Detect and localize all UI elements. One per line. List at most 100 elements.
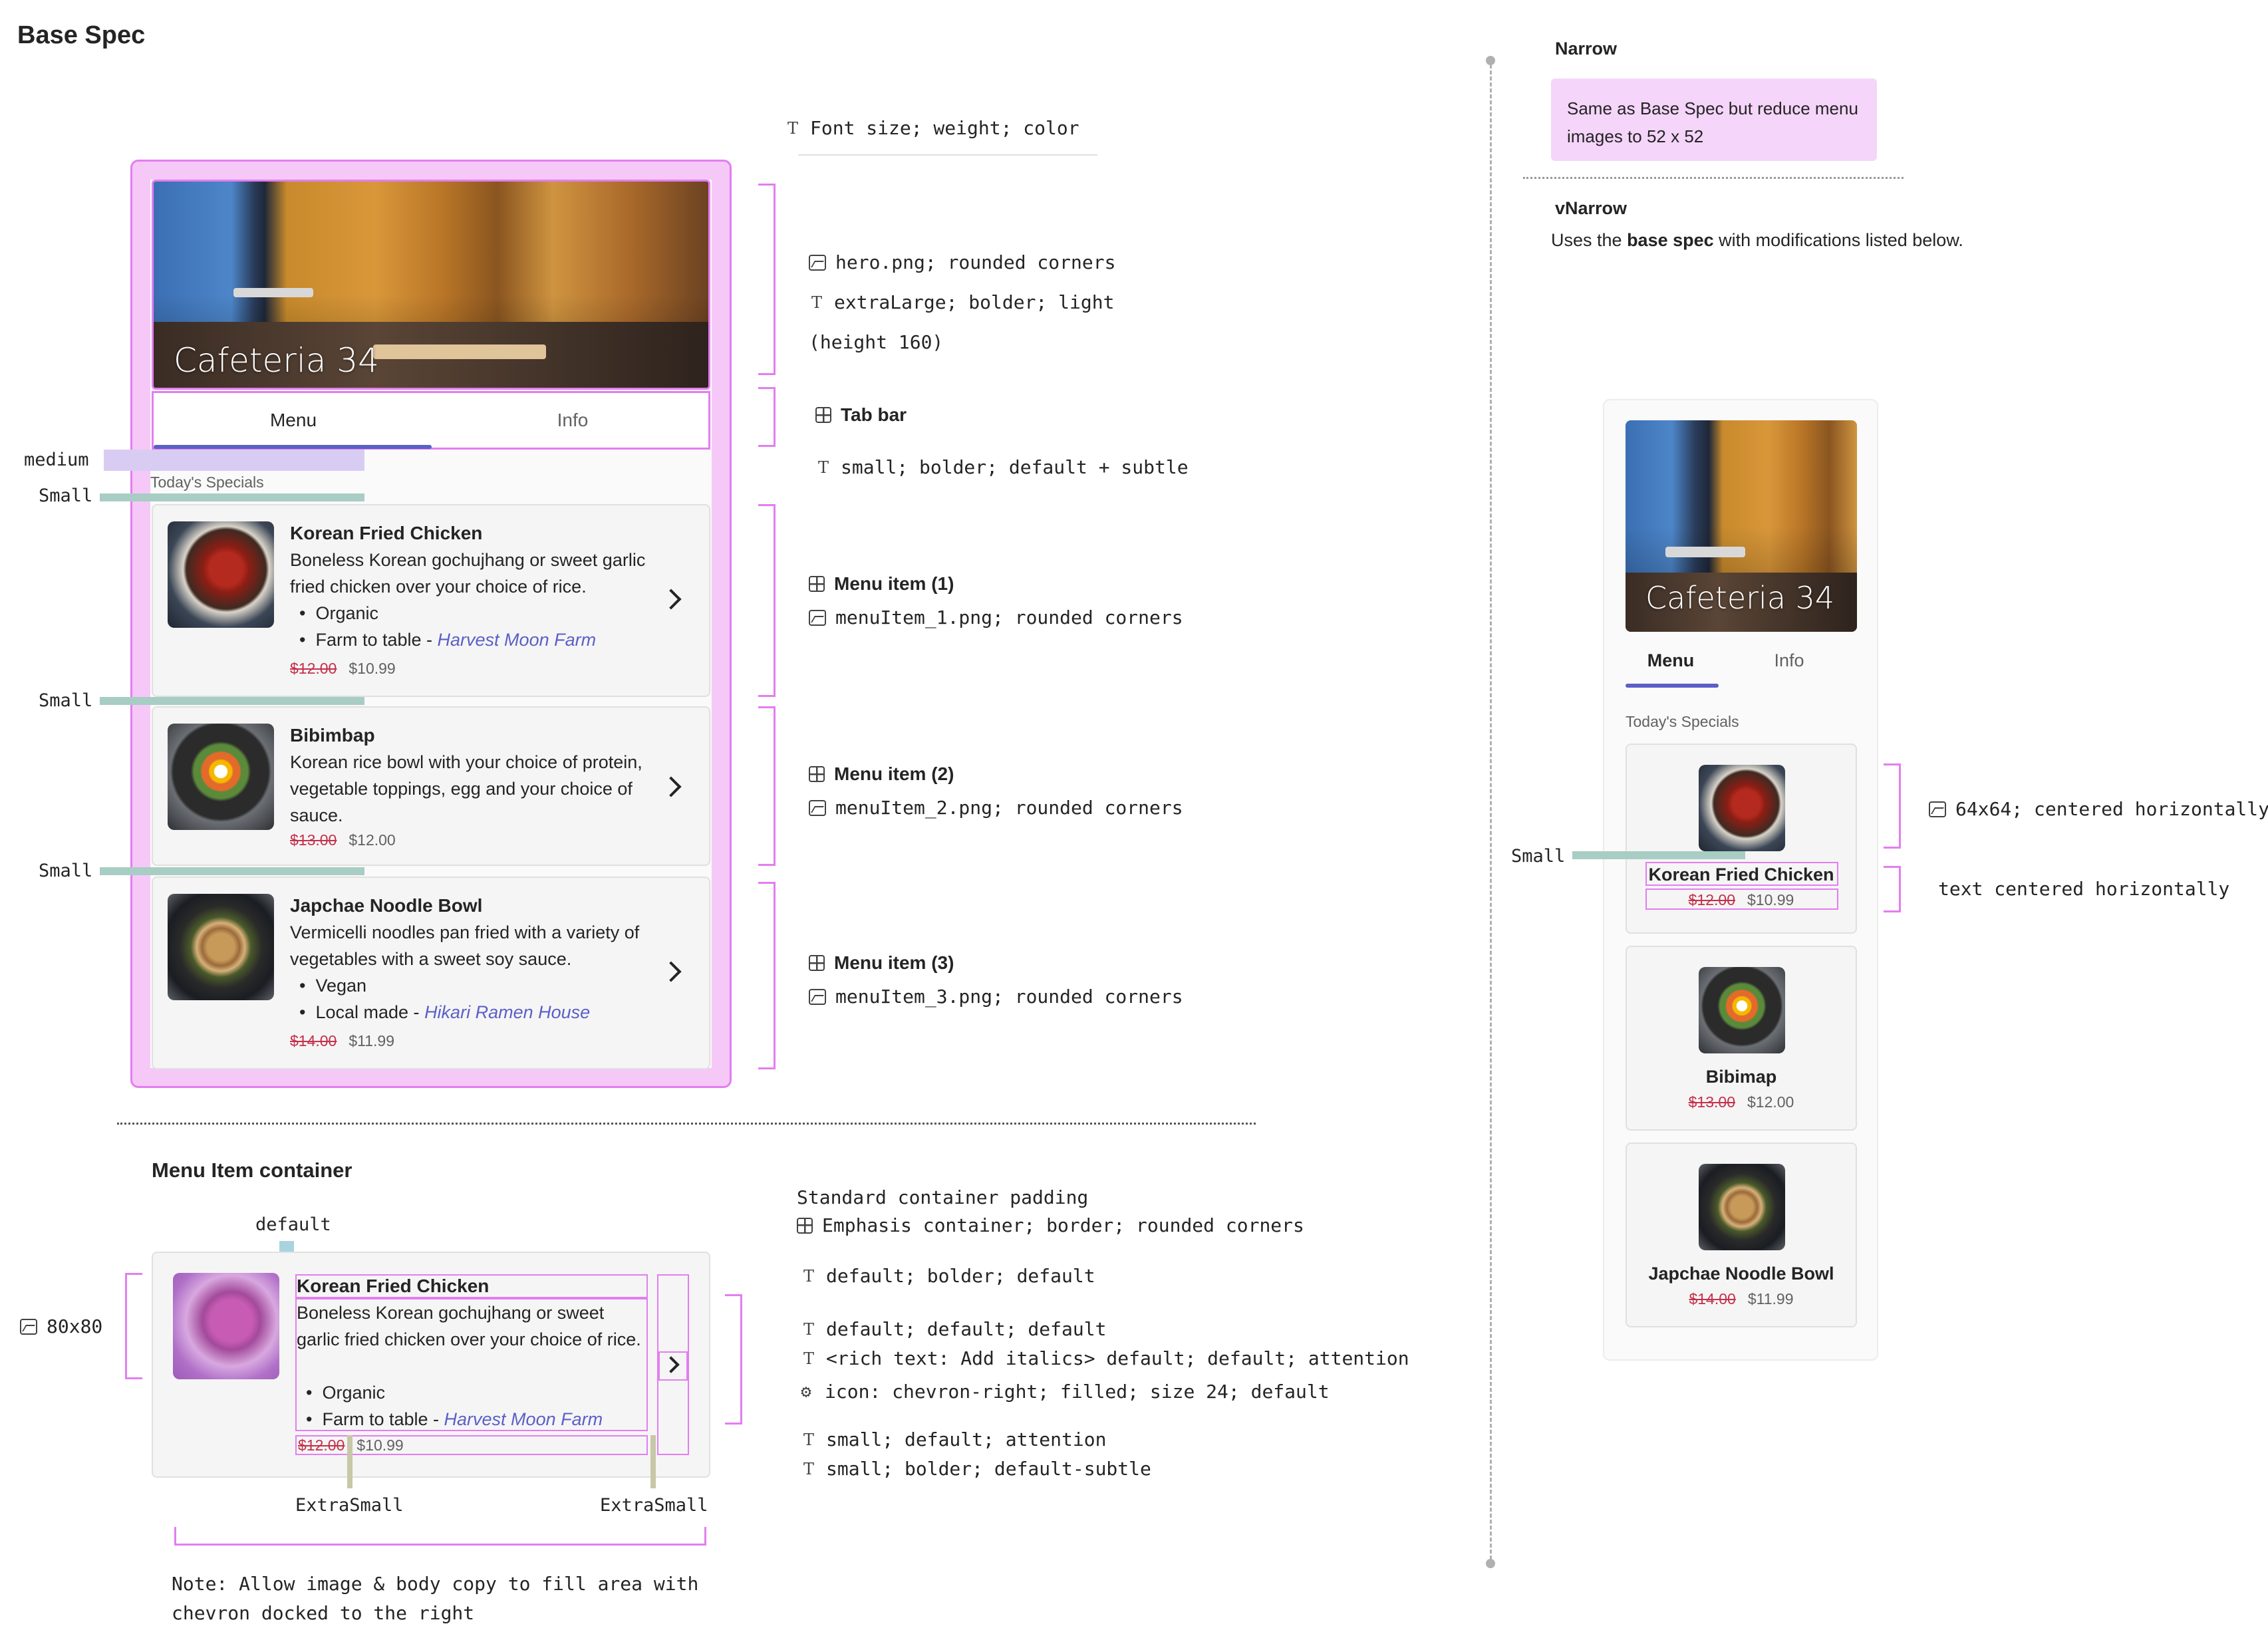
vnarrow-text-bracket — [1884, 866, 1901, 912]
emphasis-container-annotation: Emphasis container; border; rounded corn… — [797, 1214, 1304, 1236]
tab-bar-bracket — [758, 387, 776, 447]
rich-text-annotation: T <rich text: Add italics> default; defau… — [801, 1347, 1409, 1369]
vnarrow-item-title-2: Bibimap — [1705, 1067, 1777, 1087]
vnarrow-tab-indicator — [1626, 684, 1719, 688]
tab-info[interactable]: Info — [433, 393, 712, 448]
menu-item-desc-3: Vermicelli noodles pan fried with a vari… — [290, 922, 640, 969]
menu-item-image-3 — [168, 894, 274, 1000]
text-style-icon: T — [811, 293, 822, 312]
vnarrow-tab-info[interactable]: Info — [1743, 650, 1836, 671]
extra-small-bar-right — [650, 1435, 656, 1488]
small-spacing-label-2: Small — [39, 690, 93, 711]
menu-item-card-1[interactable]: Korean Fried Chicken Boneless Korean goc… — [152, 504, 710, 697]
container-icon — [809, 766, 825, 782]
vnarrow-item-title-3: Japchae Noodle Bowl — [1648, 1264, 1834, 1284]
menu-item-3-image-annotation: menuItem_3.png; rounded corners — [809, 986, 1183, 1008]
title-text-annotation: Tdefault; bolder; default — [801, 1265, 1095, 1287]
section-divider — [117, 1123, 1256, 1125]
hero-table-2 — [233, 288, 313, 297]
small-spacing-bar-3 — [100, 867, 364, 875]
menu-item-card-2[interactable]: Bibimbap Korean rice bowl with your choi… — [152, 706, 710, 866]
legend-text: Font size; weight; color — [810, 117, 1079, 139]
vnarrow-description: Uses the base spec with modifications li… — [1551, 230, 1963, 250]
chevron-right-icon[interactable] — [660, 776, 682, 797]
image-icon — [1929, 801, 1946, 817]
menu-item-desc-1: Boneless Korean gochujhang or sweet garl… — [290, 550, 646, 597]
container-icon — [797, 1217, 813, 1234]
extra-small-bar-left — [347, 1435, 353, 1488]
farm-link-1[interactable]: Harvest Moon Farm — [438, 630, 597, 650]
vnarrow-small-bar — [1572, 851, 1745, 859]
container-note: Note: Allow image & body copy to fill ar… — [172, 1573, 699, 1624]
container-new-price: $10.99 — [356, 1436, 404, 1454]
narrow-title: Narrow — [1555, 39, 1618, 59]
medium-spacing-bar — [104, 450, 364, 471]
old-price-3: $14.00 — [290, 1032, 337, 1049]
vnarrow-item-image-1 — [1699, 765, 1785, 851]
menu-item-2-bracket — [758, 706, 776, 866]
container-bullet-b: • Farm to table - Harvest Moon Farm — [306, 1409, 603, 1429]
text-style-icon: T — [803, 1459, 814, 1478]
hero-table — [373, 344, 546, 359]
menu-item-1-bracket — [758, 504, 776, 697]
vnarrow-card-2[interactable]: Bibimap $13.00 $12.00 — [1626, 946, 1857, 1131]
default-spacing-label: default — [255, 1214, 331, 1235]
new-price-3: $11.99 — [349, 1032, 394, 1049]
new-price-annotation: Tsmall; bolder; default-subtle — [801, 1458, 1151, 1480]
vnarrow-old-price-3: $14.00 — [1689, 1290, 1736, 1307]
menu-item-title-2: Bibimbap — [290, 725, 375, 746]
menu-item-bullet-3a: • Vegan — [299, 976, 367, 996]
vnarrow-item-title-1: Korean Fried Chicken — [1648, 865, 1834, 885]
text-style-icon: T — [803, 1430, 814, 1449]
small-spacing-bar-2 — [100, 697, 364, 705]
menu-item-2-annotation: Menu item (2) — [809, 763, 954, 785]
ramen-link-3[interactable]: Hikari Ramen House — [424, 1002, 590, 1022]
tab-menu-indicator — [154, 445, 432, 449]
text-style-icon: T — [803, 1266, 814, 1286]
menu-item-2-image-annotation: menuItem_2.png; rounded corners — [809, 797, 1183, 819]
bottom-width-bracket — [174, 1527, 706, 1546]
vnarrow-card-3[interactable]: Japchae Noodle Bowl $14.00 $11.99 — [1626, 1143, 1857, 1327]
body-text-annotation: Tdefault; default; default — [801, 1318, 1106, 1340]
menu-item-card-3[interactable]: Japchae Noodle Bowl Vermicelli noodles p… — [152, 877, 710, 1069]
legend-annotation: T Font size; weight; color — [785, 117, 1079, 139]
hero-text-annotation: TextraLarge; bolder; light — [809, 291, 1114, 313]
image-icon — [809, 988, 826, 1005]
hero-image-annotation: hero.png; rounded corners — [809, 251, 1115, 273]
container-image-highlight — [173, 1273, 279, 1379]
vnarrow-card-1[interactable]: Korean Fried Chicken $12.00 $10.99 — [1626, 744, 1857, 934]
vnarrow-new-price-2: $12.00 — [1747, 1093, 1794, 1111]
menu-item-desc-2: Korean rice bowl with your choice of pro… — [290, 752, 642, 825]
hero-bracket — [758, 184, 776, 375]
tab-menu[interactable]: Menu — [154, 393, 433, 448]
text-style-icon: T — [787, 118, 798, 138]
container-item-desc: Boneless Korean gochujhang or sweet garl… — [297, 1303, 641, 1349]
legend-underline — [798, 154, 1097, 156]
image-icon — [809, 799, 826, 816]
text-style-icon: T — [803, 1349, 814, 1368]
tab-bar-annotation: Tab bar — [815, 404, 907, 426]
vnarrow-text-annotation: text centered horizontally — [1938, 878, 2230, 900]
container-old-price: $12.00 — [298, 1436, 345, 1454]
text-style-icon: T — [817, 458, 829, 477]
container-item-title: Korean Fried Chicken — [297, 1276, 490, 1296]
container-padding-annotation: Standard container padding — [797, 1186, 1089, 1208]
vnarrow-item-price-3: $14.00 $11.99 — [1627, 1290, 1856, 1308]
menu-item-3-bracket — [758, 882, 776, 1069]
tab-text-annotation: Tsmall; bolder; default + subtle — [815, 456, 1189, 478]
vnarrow-tab-menu[interactable]: Menu — [1626, 650, 1716, 671]
vnarrow-item-price-1: $12.00 $10.99 — [1627, 891, 1856, 909]
image-size-annotation: 80x80 — [20, 1315, 102, 1337]
container-bullet-a: • Organic — [306, 1383, 386, 1403]
chevron-right-icon[interactable] — [660, 961, 682, 982]
container-example-card[interactable]: Korean Fried Chicken Boneless Korean goc… — [152, 1252, 710, 1478]
divider-dot-top — [1486, 56, 1495, 65]
vnarrow-item-image-2 — [1699, 967, 1785, 1053]
new-price-1: $10.99 — [349, 660, 396, 677]
divider-dot-bottom — [1486, 1559, 1495, 1568]
farm-link-container[interactable]: Harvest Moon Farm — [444, 1409, 603, 1429]
vnarrow-item-image-3 — [1699, 1164, 1785, 1250]
image-size-bracket — [125, 1273, 142, 1379]
container-text-bracket — [725, 1294, 742, 1425]
vnarrow-hero-image: Cafeteria 34 — [1626, 420, 1857, 632]
